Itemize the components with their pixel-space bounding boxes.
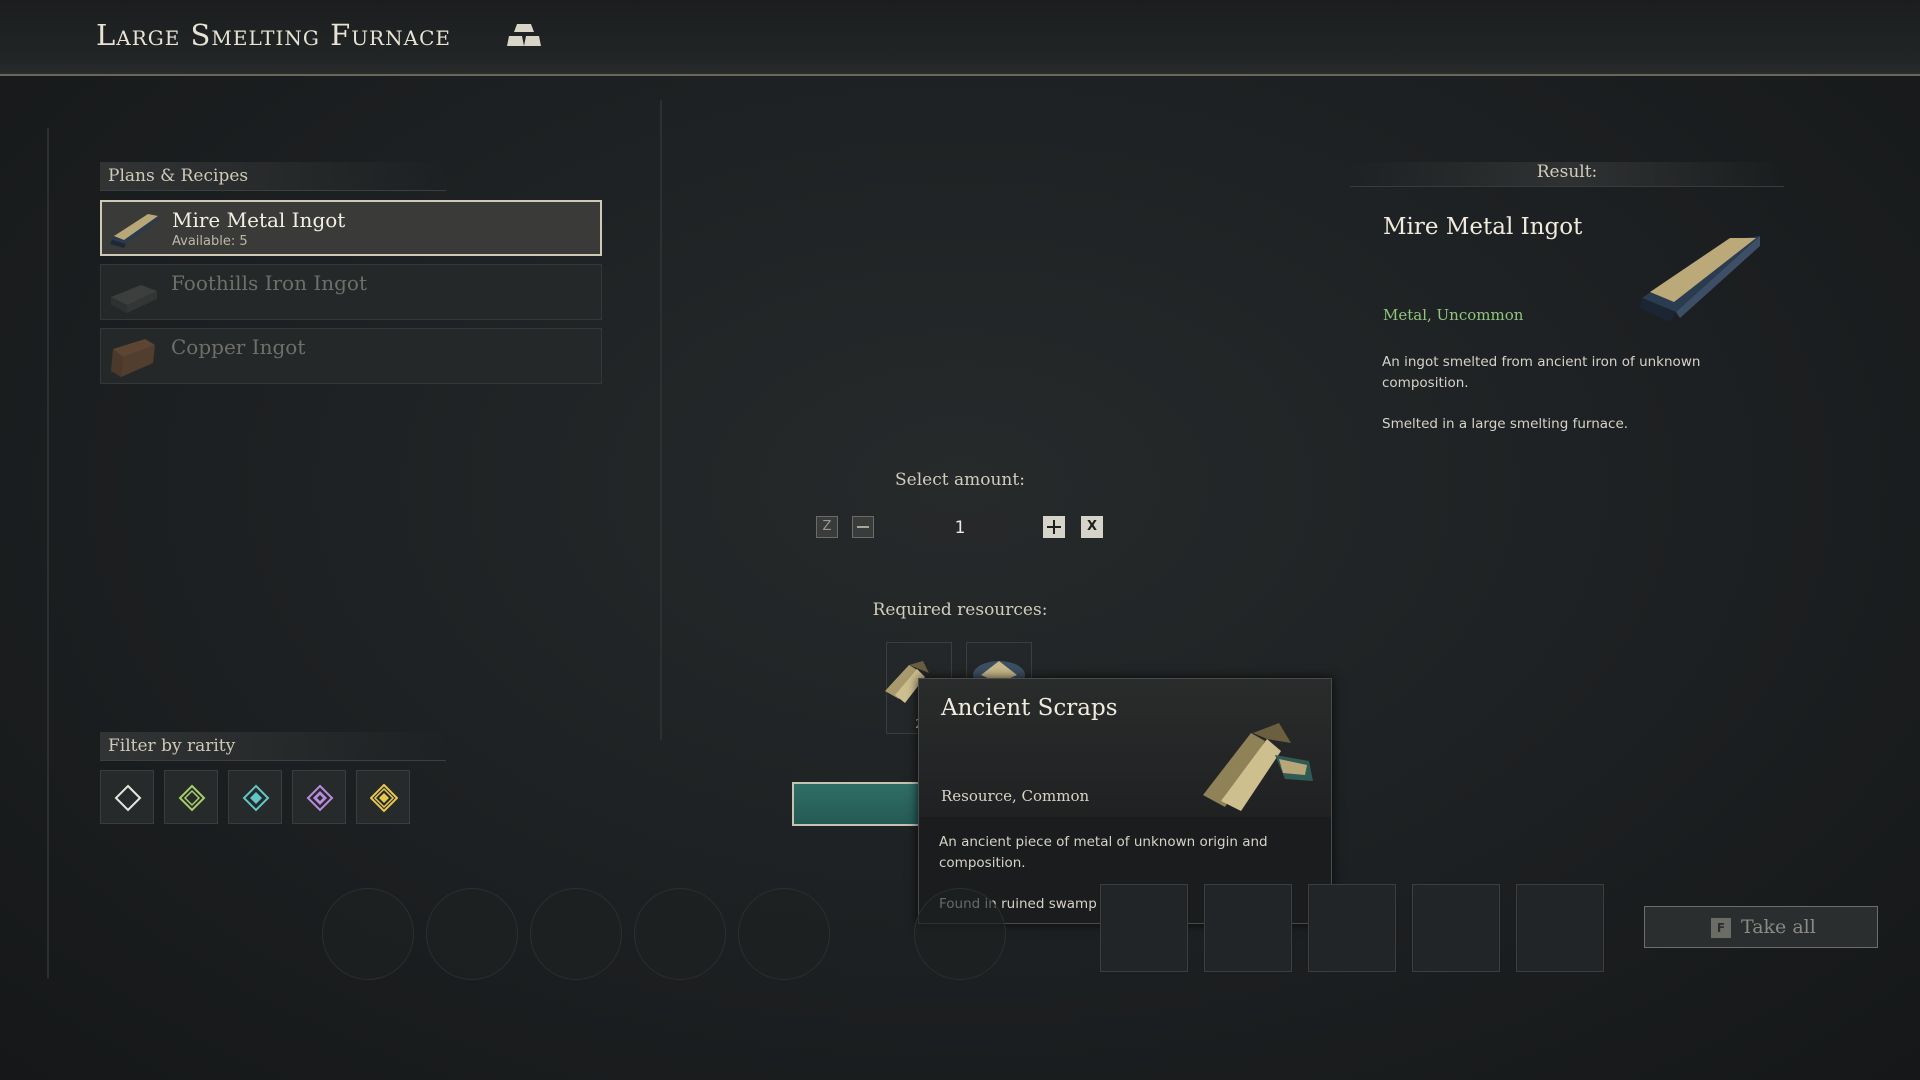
filter-common-button[interactable] (100, 770, 154, 824)
amount-value[interactable]: 1 (895, 516, 1025, 540)
result-note: Smelted in a large smelting furnace. (1382, 416, 1629, 432)
decrease-key-hint: Z (816, 516, 838, 538)
mire-metal-ingot-icon (1640, 236, 1760, 322)
copper-ingot-icon (111, 339, 155, 377)
left-border-line (47, 128, 49, 978)
output-slot[interactable] (1412, 884, 1500, 972)
recipe-mire-metal-ingot[interactable]: Mire Metal Ingot Available: 5 (100, 200, 602, 256)
select-amount-label: Select amount: (895, 470, 1025, 490)
center-divider-line (660, 100, 662, 740)
recipe-name: Mire Metal Ingot (172, 208, 346, 232)
fuel-slot[interactable] (634, 888, 726, 980)
output-slot[interactable] (1100, 884, 1188, 972)
diamond-icon (114, 784, 142, 812)
filter-epic-button[interactable] (292, 770, 346, 824)
diamond-icon (370, 784, 398, 812)
filter-heading: Filter by rarity (100, 732, 446, 761)
recipe-foothills-iron-ingot[interactable]: Foothills Iron Ingot (100, 264, 602, 320)
iron-ingot-icon (111, 285, 157, 313)
ingot-stack-icon (507, 24, 541, 46)
fuel-slot[interactable] (914, 888, 1006, 980)
fuel-slot[interactable] (530, 888, 622, 980)
diamond-icon (242, 784, 270, 812)
output-slot[interactable] (1204, 884, 1292, 972)
result-type: Metal, Uncommon (1383, 306, 1524, 324)
recipe-name: Copper Ingot (171, 335, 306, 359)
tooltip-type: Resource, Common (941, 787, 1090, 805)
fuel-slot[interactable] (738, 888, 830, 980)
filter-rare-button[interactable] (228, 770, 282, 824)
diamond-icon (306, 784, 334, 812)
recipe-availability: Available: 5 (172, 234, 248, 249)
take-all-label: Take all (1741, 916, 1816, 938)
increase-button[interactable] (1043, 516, 1065, 538)
fuel-slot[interactable] (426, 888, 518, 980)
recipe-copper-ingot[interactable]: Copper Ingot (100, 328, 602, 384)
tooltip-description: An ancient piece of metal of unknown ori… (939, 834, 1268, 871)
result-heading: Result: (1350, 162, 1784, 187)
diamond-icon (178, 784, 206, 812)
result-name: Mire Metal Ingot (1383, 214, 1583, 240)
page-title: Large Smelting Furnace (96, 18, 451, 52)
plans-heading: Plans & Recipes (100, 162, 446, 191)
decrease-button[interactable] (852, 516, 874, 538)
increase-key-hint: X (1081, 516, 1103, 538)
filter-legendary-button[interactable] (356, 770, 410, 824)
plus-icon (1047, 520, 1061, 534)
minus-icon (857, 526, 869, 528)
recipe-name: Foothills Iron Ingot (171, 271, 367, 295)
result-description: An ingot smelted from ancient iron of un… (1382, 354, 1701, 391)
output-slot[interactable] (1308, 884, 1396, 972)
tooltip-title: Ancient Scraps (941, 695, 1118, 721)
take-all-key-hint: F (1711, 918, 1731, 938)
craft-button[interactable] (792, 782, 922, 826)
fuel-slot[interactable] (322, 888, 414, 980)
filter-uncommon-button[interactable] (164, 770, 218, 824)
mire-metal-ingot-icon (110, 214, 160, 248)
required-resources-label: Required resources: (872, 600, 1048, 620)
title-bar: Large Smelting Furnace (0, 0, 1920, 76)
take-all-button[interactable]: F Take all (1644, 906, 1878, 948)
ancient-scraps-icon (1203, 723, 1313, 811)
output-slot[interactable] (1516, 884, 1604, 972)
